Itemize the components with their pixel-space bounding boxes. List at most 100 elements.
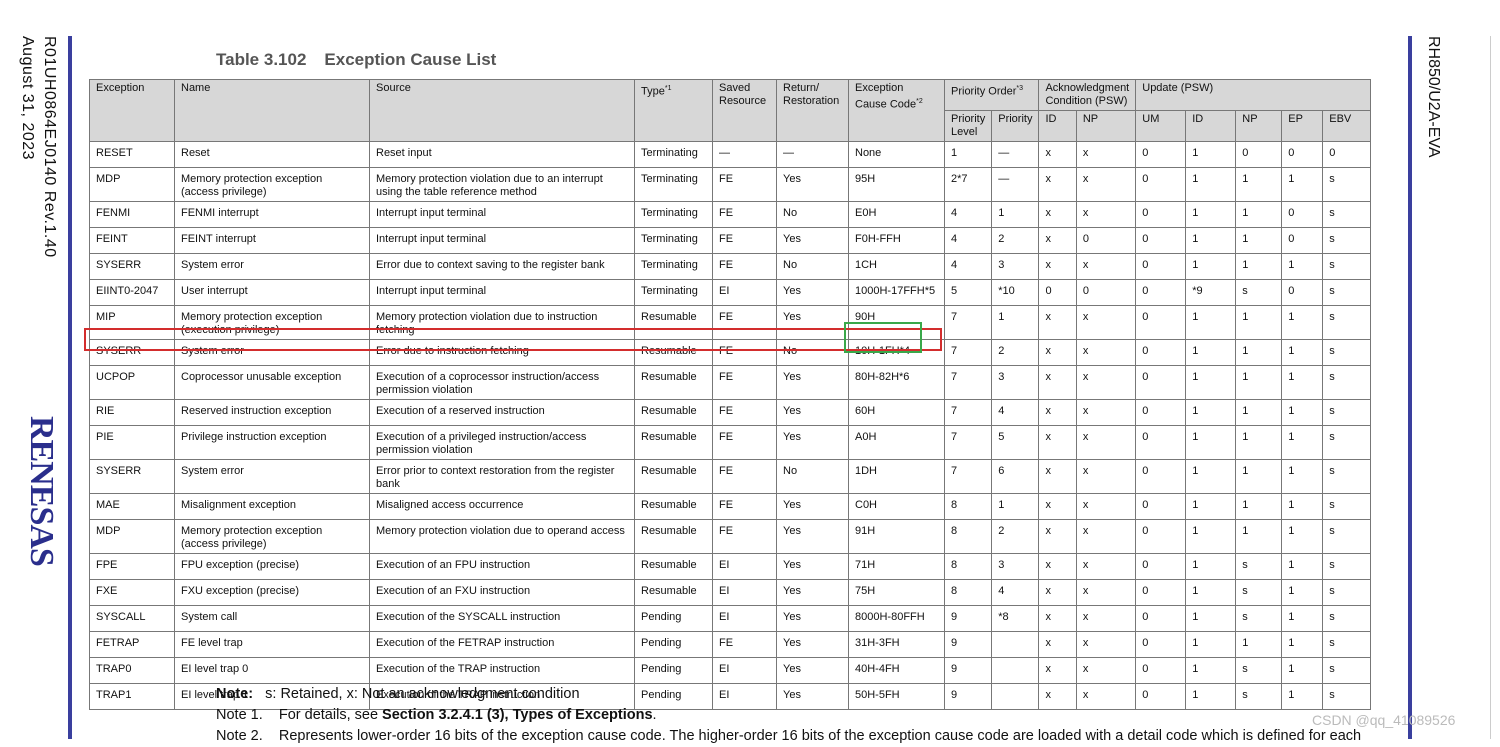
table-cell: x (1075, 305, 1137, 340)
table-cell: 9 (943, 605, 993, 632)
table-cell: 1 (1235, 631, 1283, 658)
table-cell: Misalignment exception (174, 493, 370, 520)
table-cell: 1 (1185, 339, 1237, 366)
left-rule (68, 36, 72, 739)
table-cell: 0 (1135, 167, 1187, 202)
table-cell: 0 (1038, 279, 1077, 306)
table-cell: s (1322, 201, 1372, 228)
table-cell: Resumable (634, 519, 713, 554)
renesas-logo: RENESAS (23, 416, 60, 566)
table-cell: Resumable (634, 365, 713, 400)
table-row: MDP Memory protection exception (access p… (89, 519, 1372, 554)
table-cell: Yes (776, 605, 849, 632)
table-cell: Terminating (634, 253, 713, 280)
table-cell: — (991, 167, 1040, 202)
table-cell: Execution of a privileged instruction/ac… (369, 425, 635, 460)
table-title: Table 3.102 Exception Cause List (216, 50, 496, 70)
table-cell: 0 (1135, 553, 1187, 580)
note-1: Note 1. For details, see Section 3.2.4.1… (216, 707, 657, 723)
table-cell: s (1322, 399, 1372, 426)
table-cell: 1 (1281, 579, 1324, 606)
table-cell: 1 (1185, 365, 1237, 400)
table-cell: 1 (1235, 519, 1283, 554)
col-name: Name (174, 79, 370, 142)
table-cell: 0 (1135, 365, 1187, 400)
table-cell: 0 (1281, 279, 1324, 306)
table-cell: 0 (1135, 605, 1187, 632)
table-cell: 1 (1185, 519, 1237, 554)
table-cell: 9 (943, 631, 993, 658)
table-cell: 1 (1235, 459, 1283, 494)
table-cell: 4 (991, 579, 1040, 606)
table-cell: EI (712, 579, 777, 606)
table-cell: x (1038, 579, 1077, 606)
table-cell: Execution of a coprocessor instruction/a… (369, 365, 635, 400)
table-cell: Memory protection violation due to opera… (369, 519, 635, 554)
table-cell (991, 631, 1040, 658)
table-cell: 0 (1135, 201, 1187, 228)
table-cell: MAE (89, 493, 175, 520)
table-cell: 1 (1281, 553, 1324, 580)
table-cell: 3 (991, 553, 1040, 580)
exception-table: Exception Name Source Type*1 Saved Resou… (89, 79, 1372, 710)
table-cell: x (1038, 227, 1077, 254)
table-cell: No (776, 201, 849, 228)
table-cell: Yes (776, 425, 849, 460)
col-return: Return/ Restoration (776, 79, 849, 142)
table-cell: s (1322, 253, 1372, 280)
table-cell: FE (712, 201, 777, 228)
table-cell: 0 (1135, 519, 1187, 554)
table-cell: x (1038, 201, 1077, 228)
table-cell: x (1038, 141, 1077, 168)
table-cell: Yes (776, 631, 849, 658)
col-type: Type*1 (634, 79, 713, 142)
table-cell: EI (712, 279, 777, 306)
table-cell: EI (712, 553, 777, 580)
table-cell: s (1322, 493, 1372, 520)
table-cell: 1 (1185, 657, 1237, 684)
table-cell: x (1038, 605, 1077, 632)
table-cell: 4 (943, 253, 993, 280)
table-cell: Memory protection exception (access priv… (174, 167, 370, 202)
table-cell: F0H-FFH (848, 227, 945, 254)
table-cell: x (1075, 579, 1137, 606)
table-cell: x (1038, 493, 1077, 520)
table-cell: 7 (943, 305, 993, 340)
table-cell: s (1322, 605, 1372, 632)
table-cell: UCPOP (89, 365, 175, 400)
table-cell: 1 (991, 201, 1040, 228)
table-row: PIE Privilege instruction exception Execut… (89, 425, 1372, 460)
highlight-row-syserr (84, 328, 942, 351)
table-cell: 1 (1235, 365, 1283, 400)
table-cell: Execution of the TRAP instruction (369, 657, 635, 684)
table-cell: 4 (943, 201, 993, 228)
table-cell: 7 (943, 425, 993, 460)
table-cell: TRAP0 (89, 657, 175, 684)
table-cell: 3 (991, 365, 1040, 400)
table-cell: RIE (89, 399, 175, 426)
table-cell: FE (712, 365, 777, 400)
note-2: Note 2. Represents lower-order 16 bits o… (216, 728, 1362, 744)
table-cell: Error prior to context restoration from … (369, 459, 635, 494)
table-cell: 1 (1281, 339, 1324, 366)
table-cell: x (1038, 425, 1077, 460)
table-cell: SYSCALL (89, 605, 175, 632)
table-cell: 1 (1235, 201, 1283, 228)
table-cell: FPE (89, 553, 175, 580)
table-cell: x (1038, 553, 1077, 580)
notes: Note: s: Retained, x: Not an acknowledgm… (216, 684, 1361, 747)
subcol-8: EBV (1322, 110, 1372, 142)
col-source: Source (369, 79, 635, 142)
table-cell: 0 (1281, 227, 1324, 254)
table-cell: 0 (1135, 459, 1187, 494)
table-cell: s (1235, 279, 1283, 306)
table-cell: FEINT interrupt (174, 227, 370, 254)
table-cell: 1 (1235, 339, 1283, 366)
table-cell: x (1038, 365, 1077, 400)
table-cell: 7 (943, 459, 993, 494)
table-cell: Resumable (634, 579, 713, 606)
table-cell: 60H (848, 399, 945, 426)
table-row: MDP Memory protection exception (access p… (89, 167, 1372, 202)
table-cell: x (1075, 519, 1137, 554)
table-cell: 1 (943, 141, 993, 168)
